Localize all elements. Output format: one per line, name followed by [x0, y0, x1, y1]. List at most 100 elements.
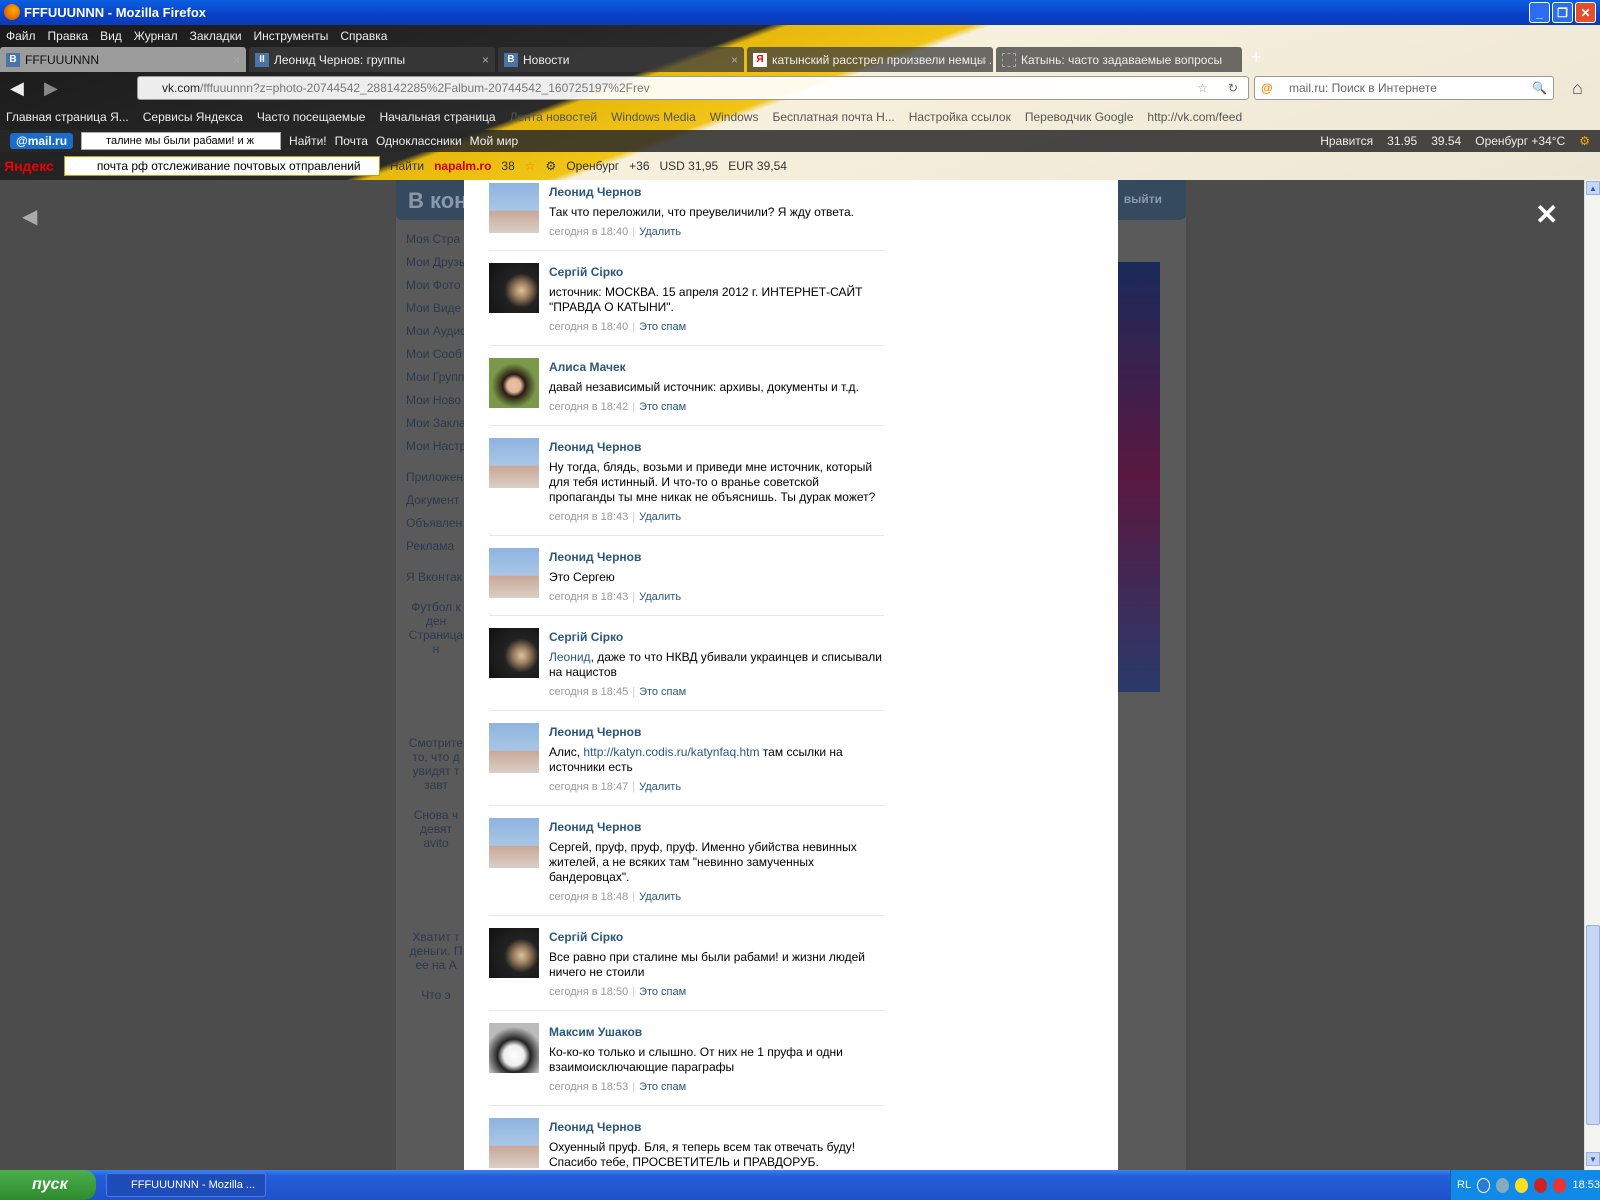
comment-author[interactable]: Леонид Чернов: [549, 725, 884, 739]
expand-tray-icon[interactable]: [1477, 1177, 1491, 1193]
comment-author[interactable]: Леонид Чернов: [549, 440, 884, 454]
napalm-link[interactable]: napalm.ro: [434, 159, 491, 173]
scrollbar[interactable]: ▲ ▼: [1584, 180, 1600, 1170]
report-spam-link[interactable]: Это спам: [639, 1081, 686, 1093]
menu-bookmarks[interactable]: Закладки: [190, 29, 242, 43]
mailru-search-input[interactable]: талине мы были рабами! и ж: [81, 132, 282, 150]
search-icon[interactable]: 🔍: [1532, 81, 1547, 95]
bookmark[interactable]: Windows: [710, 110, 759, 124]
tab-yandex-search[interactable]: Якатынский расстрел произвели немцы ... ×: [747, 47, 993, 72]
vk-menu-item[interactable]: Мои Виде: [406, 297, 467, 320]
comment-time[interactable]: сегодня в 18:48: [549, 891, 628, 903]
ad-text[interactable]: Футбол к: [406, 600, 466, 614]
bookmark[interactable]: Бесплатная почта Н...: [772, 110, 894, 124]
menu-history[interactable]: Журнал: [134, 29, 178, 43]
comment-author[interactable]: Алиса Мачек: [549, 360, 884, 374]
comment-time[interactable]: сегодня в 18:53: [549, 1081, 628, 1093]
yandex-search-input[interactable]: почта рф отслеживание почтовых отправлен…: [63, 156, 380, 176]
avatar[interactable]: [489, 263, 539, 313]
bookmark[interactable]: Переводчик Google: [1025, 110, 1134, 124]
vk-about-link[interactable]: Я Вконтак: [406, 566, 467, 589]
comment-author[interactable]: Сергій Сірко: [549, 930, 884, 944]
ad-text[interactable]: увидят т: [406, 764, 466, 778]
delete-link[interactable]: Удалить: [639, 511, 681, 523]
comment-author[interactable]: Леонид Чернов: [549, 1120, 884, 1134]
mail-link[interactable]: Почта: [335, 134, 368, 148]
ad-text[interactable]: Что э: [406, 988, 466, 1002]
close-tab-icon[interactable]: ×: [980, 53, 987, 67]
back-button[interactable]: ◀: [10, 78, 24, 99]
vk-menu-item[interactable]: Мои Сооб: [406, 343, 467, 366]
ad-text[interactable]: Смотрите: [406, 736, 466, 750]
star-icon[interactable]: ☆: [525, 159, 536, 173]
scroll-thumb[interactable]: [1586, 925, 1600, 1125]
bookmark[interactable]: Настройка ссылок: [909, 110, 1011, 124]
close-window-button[interactable]: ✕: [1575, 2, 1596, 23]
comment-time[interactable]: сегодня в 18:40: [549, 226, 628, 238]
mention-link[interactable]: Леонид: [549, 650, 591, 664]
comment-time[interactable]: сегодня в 18:50: [549, 986, 628, 998]
comment-time[interactable]: сегодня в 18:43: [549, 511, 628, 523]
vk-menu-item[interactable]: Реклама: [406, 535, 467, 558]
ad-text[interactable]: Страница н: [406, 628, 466, 656]
avatar[interactable]: [489, 438, 539, 488]
ad-text[interactable]: деньги. П: [406, 944, 466, 958]
comment-author[interactable]: Леонид Чернов: [549, 820, 884, 834]
city[interactable]: Оренбург: [566, 159, 619, 173]
forward-button[interactable]: ▶: [44, 78, 58, 99]
ad-text[interactable]: то, что д: [406, 750, 466, 764]
vk-menu-item[interactable]: Мои Друзь: [406, 251, 467, 274]
comment-time[interactable]: сегодня в 18:42: [549, 401, 628, 413]
bookmark[interactable]: Сервисы Яндекса: [143, 110, 243, 124]
bookmark[interactable]: Часто посещаемые: [257, 110, 366, 124]
like-button[interactable]: Нравится: [1320, 134, 1373, 148]
report-spam-link[interactable]: Это спам: [639, 986, 686, 998]
comment-time[interactable]: сегодня в 18:45: [549, 686, 628, 698]
bookmark[interactable]: Лента новостей: [510, 110, 598, 124]
avatar[interactable]: [489, 928, 539, 978]
bookmark[interactable]: Главная страница Я...: [6, 110, 129, 124]
ad-text[interactable]: завт: [406, 778, 466, 792]
url-bar[interactable]: vk.com/fffuuunnn?z=photo-20744542_288142…: [137, 76, 1249, 100]
delete-link[interactable]: Удалить: [639, 591, 681, 603]
avatar[interactable]: [489, 818, 539, 868]
menu-tools[interactable]: Инструменты: [254, 29, 329, 43]
avatar[interactable]: [489, 628, 539, 678]
bookmark[interactable]: http://vk.com/feed: [1147, 110, 1242, 124]
mail-count[interactable]: 38: [501, 159, 514, 173]
comment-author[interactable]: Сергій Сірко: [549, 630, 884, 644]
yandex-logo[interactable]: Яндекс: [4, 158, 54, 174]
comment-time[interactable]: сегодня в 18:40: [549, 321, 628, 333]
vk-menu-item[interactable]: Объявлен: [406, 512, 467, 535]
restore-button[interactable]: ❐: [1552, 2, 1573, 23]
vk-menu-item[interactable]: Приложен: [406, 466, 467, 489]
myworld-link[interactable]: Мой мир: [470, 134, 518, 148]
bookmark[interactable]: Начальная страница: [379, 110, 495, 124]
menu-edit[interactable]: Правка: [48, 29, 89, 43]
delete-link[interactable]: Удалить: [639, 891, 681, 903]
delete-link[interactable]: Удалить: [639, 781, 681, 793]
ad-text[interactable]: Хватит т: [406, 930, 466, 944]
new-tab-button[interactable]: +: [1245, 47, 1268, 72]
star-icon[interactable]: ☆: [1197, 81, 1208, 95]
report-spam-link[interactable]: Это спам: [639, 401, 686, 413]
ad-text[interactable]: ден: [406, 614, 466, 628]
comment-author[interactable]: Леонид Чернов: [549, 185, 884, 199]
scroll-down-arrow[interactable]: ▼: [1586, 1152, 1600, 1166]
security-warning-icon[interactable]: [1515, 1177, 1529, 1193]
reload-icon[interactable]: ↻: [1228, 81, 1238, 95]
home-button[interactable]: ⌂: [1572, 78, 1583, 99]
vk-menu-item[interactable]: Моя Стра: [406, 228, 467, 251]
close-tab-icon[interactable]: ×: [233, 53, 240, 67]
logout-link[interactable]: выйти: [1124, 192, 1162, 206]
yandex-find-button[interactable]: Найти: [390, 159, 424, 173]
close-tab-icon[interactable]: ×: [482, 53, 489, 67]
gear-icon[interactable]: ⚙: [546, 159, 557, 173]
close-icon[interactable]: ✕: [1535, 198, 1558, 231]
taskbar-item-firefox[interactable]: FFFUUUNNN - Mozilla ...: [106, 1173, 266, 1197]
mailru-find-button[interactable]: Найти!: [289, 134, 327, 148]
comment-author[interactable]: Сергій Сірко: [549, 265, 884, 279]
shield-icon[interactable]: [1534, 1177, 1548, 1193]
weather[interactable]: Оренбург +34°C: [1475, 134, 1565, 148]
comment-time[interactable]: сегодня в 18:43: [549, 591, 628, 603]
